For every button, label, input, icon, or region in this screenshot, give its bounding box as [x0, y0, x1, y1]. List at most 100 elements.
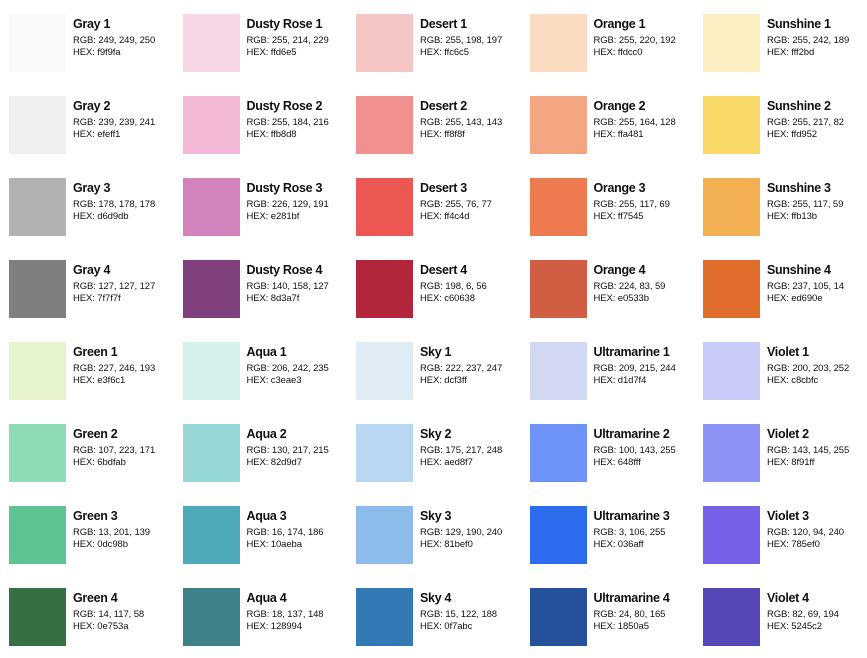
swatch-rgb-value: RGB: 175, 217, 248 — [420, 445, 503, 456]
swatch-rgb-value: RGB: 14, 117, 58 — [73, 609, 145, 620]
swatch-name: Aqua 3 — [246, 509, 287, 523]
swatch-card-dusty-rose-1: Dusty Rose 1 RGB: 255, 214, 229 HEX: ffd6e… — [182, 14, 357, 96]
swatch-name: Sunshine 1 — [767, 17, 831, 31]
swatch-hex-value: HEX: e3f6c1 — [73, 375, 126, 386]
swatch-rgb-value: RGB: 143, 145, 255 — [767, 445, 850, 456]
color-swatch-dusty-rose-1 — [182, 14, 240, 72]
swatch-info: Aqua 2 RGB: 130, 217, 215 HEX: 82d9d7 — [247, 427, 353, 469]
swatch-rgb-value: RGB: 100, 143, 255 — [593, 445, 676, 456]
swatch-info: Sunshine 4 RGB: 237, 105, 14 HEX: ed690e — [767, 263, 867, 305]
color-swatch-ultramarine-1 — [529, 342, 587, 400]
swatch-name: Gray 4 — [73, 263, 111, 277]
swatch-card-dusty-rose-4: Dusty Rose 4 RGB: 140, 158, 127 HEX: 8d3a7… — [182, 260, 357, 342]
color-swatch-sunshine-1 — [703, 14, 760, 72]
color-swatch-gray-1 — [9, 14, 66, 72]
swatch-card-desert-4: Desert 4 RGB: 198, 6, 56 HEX: c60638 — [356, 260, 530, 342]
swatch-name: Orange 3 — [593, 181, 646, 195]
swatch-rgb-value: RGB: 255, 214, 229 — [246, 35, 329, 46]
swatch-hex-value: HEX: 0e753a — [73, 621, 129, 632]
swatch-card-aqua-4: Aqua 4 RGB: 18, 137, 148 HEX: 128994 — [182, 588, 357, 658]
swatch-rgb-value: RGB: 178, 178, 178 — [73, 199, 156, 210]
swatch-name: Sky 1 — [420, 345, 452, 359]
swatch-hex-value: HEX: 0dc98b — [73, 539, 128, 550]
swatch-rgb-value: RGB: 249, 249, 250 — [73, 35, 156, 46]
swatch-hex-value: HEX: ffd6e5 — [246, 47, 297, 58]
color-swatch-desert-4 — [356, 260, 413, 318]
swatch-rgb-value: RGB: 3, 106, 255 — [593, 527, 666, 538]
swatch-card-aqua-1: Aqua 1 RGB: 206, 242, 235 HEX: c3eae3 — [182, 342, 357, 424]
color-swatch-sky-4 — [356, 588, 413, 646]
swatch-name: Ultramarine 1 — [593, 345, 670, 359]
swatch-hex-value: HEX: efeff1 — [73, 129, 121, 140]
swatch-info: Violet 3 RGB: 120, 94, 240 HEX: 785ef0 — [767, 509, 867, 551]
swatch-rgb-value: RGB: 255, 242, 189 — [767, 35, 850, 46]
swatch-hex-value: HEX: ffd952 — [767, 129, 817, 140]
swatch-hex-value: HEX: 0f7abc — [420, 621, 473, 632]
color-swatch-sky-3 — [356, 506, 413, 564]
swatch-rgb-value: RGB: 255, 164, 128 — [593, 117, 676, 128]
swatch-rgb-value: RGB: 255, 76, 77 — [420, 199, 492, 210]
swatch-rgb-value: RGB: 224, 83, 59 — [593, 281, 666, 292]
swatch-info: Desert 2 RGB: 255, 143, 143 HEX: ff8f8f — [420, 99, 526, 141]
swatch-rgb-value: RGB: 255, 117, 59 — [767, 199, 844, 210]
swatch-info: Orange 3 RGB: 255, 117, 69 HEX: ff7545 — [594, 181, 700, 223]
color-swatch-dusty-rose-3 — [182, 178, 240, 236]
color-swatch-green-2 — [9, 424, 66, 482]
swatch-info: Sky 1 RGB: 222, 237, 247 HEX: dcf3ff — [420, 345, 526, 387]
swatch-name: Violet 3 — [767, 509, 809, 523]
swatch-card-orange-3: Orange 3 RGB: 255, 117, 69 HEX: ff7545 — [529, 178, 704, 260]
swatch-hex-value: HEX: ed690e — [767, 293, 823, 304]
swatch-rgb-value: RGB: 140, 158, 127 — [246, 281, 329, 292]
color-swatch-gray-2 — [9, 96, 66, 154]
swatch-info: Gray 3 RGB: 178, 178, 178 HEX: d6d9db — [73, 181, 179, 223]
swatch-name: Dusty Rose 2 — [246, 99, 323, 113]
swatch-card-orange-2: Orange 2 RGB: 255, 164, 128 HEX: ffa481 — [529, 96, 704, 178]
swatch-name: Dusty Rose 3 — [246, 181, 323, 195]
swatch-rgb-value: RGB: 24, 80, 165 — [593, 609, 666, 620]
swatch-card-sky-1: Sky 1 RGB: 222, 237, 247 HEX: dcf3ff — [356, 342, 530, 424]
swatch-info: Gray 4 RGB: 127, 127, 127 HEX: 7f7f7f — [73, 263, 179, 305]
swatch-hex-value: HEX: 036aff — [593, 539, 644, 550]
swatch-hex-value: HEX: ff8f8f — [420, 129, 465, 140]
swatch-rgb-value: RGB: 82, 69, 194 — [767, 609, 839, 620]
color-swatch-violet-2 — [703, 424, 760, 482]
swatch-card-sunshine-1: Sunshine 1 RGB: 255, 242, 189 HEX: fff2bd — [703, 14, 867, 96]
swatch-info: Sky 4 RGB: 15, 122, 188 HEX: 0f7abc — [420, 591, 526, 633]
swatch-name: Gray 3 — [73, 181, 111, 195]
swatch-info: Green 4 RGB: 14, 117, 58 HEX: 0e753a — [73, 591, 179, 633]
swatch-info: Violet 4 RGB: 82, 69, 194 HEX: 5245c2 — [767, 591, 867, 633]
swatch-hex-value: HEX: ffa481 — [593, 129, 644, 140]
swatch-hex-value: HEX: c60638 — [420, 293, 475, 304]
swatch-rgb-value: RGB: 222, 237, 247 — [420, 363, 503, 374]
swatch-card-aqua-3: Aqua 3 RGB: 16, 174, 186 HEX: 10aeba — [182, 506, 357, 588]
swatch-card-violet-2: Violet 2 RGB: 143, 145, 255 HEX: 8f91ff — [703, 424, 867, 506]
color-swatch-gray-3 — [9, 178, 66, 236]
swatch-rgb-value: RGB: 255, 117, 69 — [593, 199, 670, 210]
swatch-hex-value: HEX: e0533b — [593, 293, 650, 304]
swatch-hex-value: HEX: ffdcc0 — [593, 47, 643, 58]
color-swatch-sky-1 — [356, 342, 413, 400]
swatch-card-sky-3: Sky 3 RGB: 129, 190, 240 HEX: 81bef0 — [356, 506, 530, 588]
swatch-name: Desert 3 — [420, 181, 467, 195]
swatch-hex-value: HEX: ff7545 — [593, 211, 644, 222]
swatch-card-sunshine-2: Sunshine 2 RGB: 255, 217, 82 HEX: ffd952 — [703, 96, 867, 178]
color-swatch-violet-1 — [703, 342, 760, 400]
swatch-card-gray-3: Gray 3 RGB: 178, 178, 178 HEX: d6d9db — [9, 178, 183, 260]
swatch-info: Desert 3 RGB: 255, 76, 77 HEX: ff4c4d — [420, 181, 526, 223]
swatch-hex-value: HEX: ffb8d8 — [246, 129, 297, 140]
swatch-rgb-value: RGB: 198, 6, 56 — [420, 281, 487, 292]
color-swatch-desert-2 — [356, 96, 413, 154]
color-swatch-green-3 — [9, 506, 66, 564]
swatch-info: Ultramarine 1 RGB: 209, 215, 244 HEX: d1d7… — [594, 345, 700, 387]
swatch-name: Sky 2 — [420, 427, 452, 441]
swatch-info: Orange 2 RGB: 255, 164, 128 HEX: ffa481 — [594, 99, 700, 141]
color-swatch-orange-2 — [529, 96, 587, 154]
swatch-hex-value: HEX: ffc6c5 — [420, 47, 469, 58]
swatch-name: Sky 4 — [420, 591, 452, 605]
swatch-name: Orange 4 — [593, 263, 646, 277]
swatch-card-ultramarine-1: Ultramarine 1 RGB: 209, 215, 244 HEX: d1d7… — [529, 342, 704, 424]
swatch-name: Sunshine 3 — [767, 181, 831, 195]
color-swatch-violet-4 — [703, 588, 760, 646]
swatch-card-desert-1: Desert 1 RGB: 255, 198, 197 HEX: ffc6c5 — [356, 14, 530, 96]
swatch-info: Ultramarine 4 RGB: 24, 80, 165 HEX: 1850a5 — [594, 591, 700, 633]
